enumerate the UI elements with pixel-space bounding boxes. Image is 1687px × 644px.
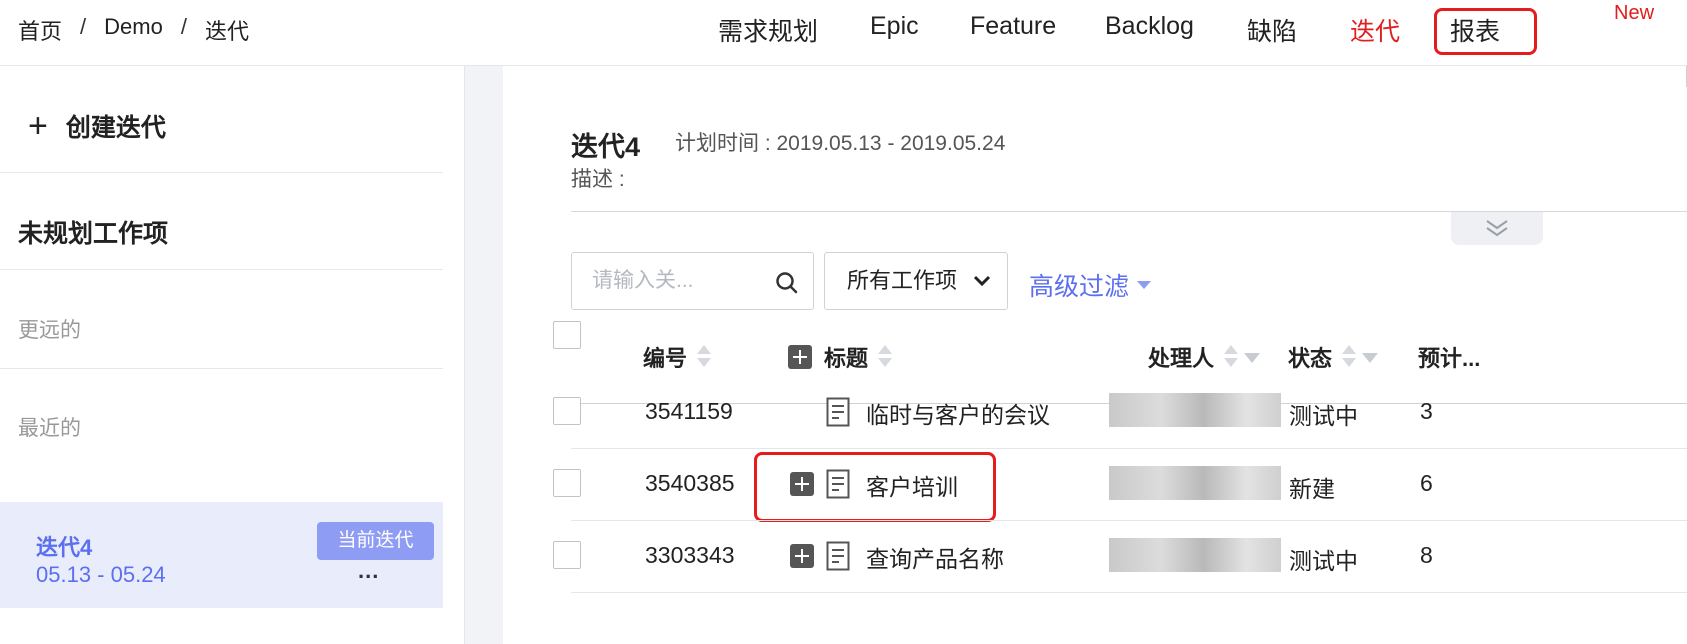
iteration-description-label: 描述 : (571, 168, 625, 191)
sort-icon[interactable] (1224, 343, 1239, 371)
breadcrumb: 首页 / Demo / 迭代 (18, 14, 249, 46)
row-title[interactable]: 临时与客户的会议 (866, 396, 1050, 430)
row-number[interactable]: 3540385 (645, 470, 735, 497)
nav-item-feature[interactable]: Feature (970, 12, 1056, 41)
iteration-sidebar: + 创建迭代 未规划工作项 更远的 最近的 迭代4 05.13 - 05.24 … (0, 66, 465, 644)
search-input[interactable] (572, 253, 762, 309)
panel-gutter (465, 66, 503, 644)
column-title-label: 标题 (824, 346, 869, 371)
more-options-button[interactable]: ... (358, 558, 379, 584)
advanced-filter-button[interactable]: 高级过滤 (1029, 267, 1152, 303)
iteration-title: 迭代4 (571, 132, 641, 162)
top-bar: 首页 / Demo / 迭代 需求规划 Epic Feature Backlog… (0, 0, 1687, 66)
create-iteration-button[interactable]: + 创建迭代 (28, 108, 166, 144)
search-box (571, 252, 814, 310)
document-icon (826, 541, 850, 571)
group-further[interactable]: 更远的 (18, 314, 81, 344)
breadcrumb-separator: / (180, 14, 187, 39)
row-checkbox[interactable] (553, 541, 581, 569)
row-status[interactable]: 新建 (1289, 470, 1335, 504)
sort-icon[interactable] (1342, 343, 1357, 371)
sort-icon[interactable] (697, 343, 712, 371)
filter-select-value: 所有工作项 (847, 268, 958, 293)
iteration-name: 迭代4 (36, 535, 93, 560)
nav-item-epic[interactable]: Epic (870, 12, 919, 41)
collapse-toggle[interactable] (1451, 212, 1543, 245)
expand-row-icon[interactable] (790, 544, 814, 568)
sidebar-divider (0, 269, 443, 270)
iteration-card-current[interactable]: 迭代4 05.13 - 05.24 当前迭代 ... (0, 502, 443, 608)
row-status[interactable]: 测试中 (1289, 542, 1358, 576)
row-status[interactable]: 测试中 (1289, 397, 1358, 431)
new-badge: New (1614, 2, 1655, 24)
filter-icon[interactable] (1362, 353, 1379, 363)
row-highlight-box (754, 452, 996, 522)
chevron-down-icon (973, 275, 991, 287)
sort-icon[interactable] (878, 343, 893, 371)
create-iteration-label: 创建迭代 (65, 114, 166, 142)
row-title[interactable]: 查询产品名称 (866, 540, 1004, 574)
plan-time: 计划时间 : 2019.05.13 - 2019.05.24 (675, 132, 1006, 155)
column-header-title[interactable]: 标题 (788, 341, 893, 373)
column-number-label: 编号 (643, 346, 688, 371)
row-estimate: 6 (1420, 470, 1433, 496)
row-divider (571, 448, 1687, 449)
column-status-label: 状态 (1288, 346, 1333, 371)
filter-icon[interactable] (1244, 353, 1261, 363)
iteration-dates: 05.13 - 05.24 (36, 562, 166, 587)
nav-item-defects[interactable]: 缺陷 (1247, 12, 1297, 48)
column-estimate-label: 预计... (1418, 346, 1481, 371)
work-item-filter-select[interactable]: 所有工作项 (824, 252, 1008, 310)
row-checkbox[interactable] (553, 469, 581, 497)
nav-item-requirements[interactable]: 需求规划 (718, 12, 818, 48)
sidebar-divider (0, 368, 443, 369)
current-iteration-badge: 当前迭代 (317, 522, 434, 560)
row-number[interactable]: 3541159 (645, 398, 733, 425)
group-recent[interactable]: 最近的 (18, 412, 81, 442)
breadcrumb-current: 迭代 (204, 19, 249, 44)
row-divider (571, 592, 1687, 593)
search-icon[interactable] (775, 271, 799, 295)
row-number[interactable]: 3303343 (645, 542, 735, 569)
assignee-avatar-redacted (1109, 538, 1281, 572)
breadcrumb-separator: / (80, 14, 87, 39)
unplanned-items-heading[interactable]: 未规划工作项 (18, 214, 168, 250)
nav-item-iterations[interactable]: 迭代 (1350, 12, 1400, 48)
row-estimate: 3 (1420, 398, 1433, 424)
advanced-filter-label: 高级过滤 (1029, 273, 1130, 301)
nav-highlight-box (1434, 8, 1537, 55)
expand-all-icon[interactable] (788, 345, 812, 369)
column-header-number[interactable]: 编号 (643, 341, 712, 373)
document-icon (826, 397, 850, 427)
nav-item-backlog[interactable]: Backlog (1105, 12, 1194, 41)
select-all-checkbox[interactable] (553, 321, 581, 349)
breadcrumb-home[interactable]: 首页 (18, 14, 62, 46)
row-checkbox[interactable] (553, 397, 581, 425)
column-header-status[interactable]: 状态 (1288, 341, 1379, 373)
row-divider (571, 520, 1687, 521)
breadcrumb-project[interactable]: Demo (104, 14, 163, 46)
assignee-avatar-redacted (1109, 393, 1281, 427)
caret-down-icon (1137, 281, 1152, 289)
column-header-estimate[interactable]: 预计... (1418, 341, 1480, 373)
sidebar-divider (0, 172, 443, 173)
plus-icon: + (28, 107, 48, 145)
row-estimate: 8 (1420, 542, 1433, 568)
column-assignee-label: 处理人 (1148, 346, 1215, 371)
double-chevron-down-icon (1486, 220, 1508, 237)
column-header-assignee[interactable]: 处理人 (1148, 341, 1261, 373)
assignee-avatar-redacted (1109, 466, 1281, 500)
